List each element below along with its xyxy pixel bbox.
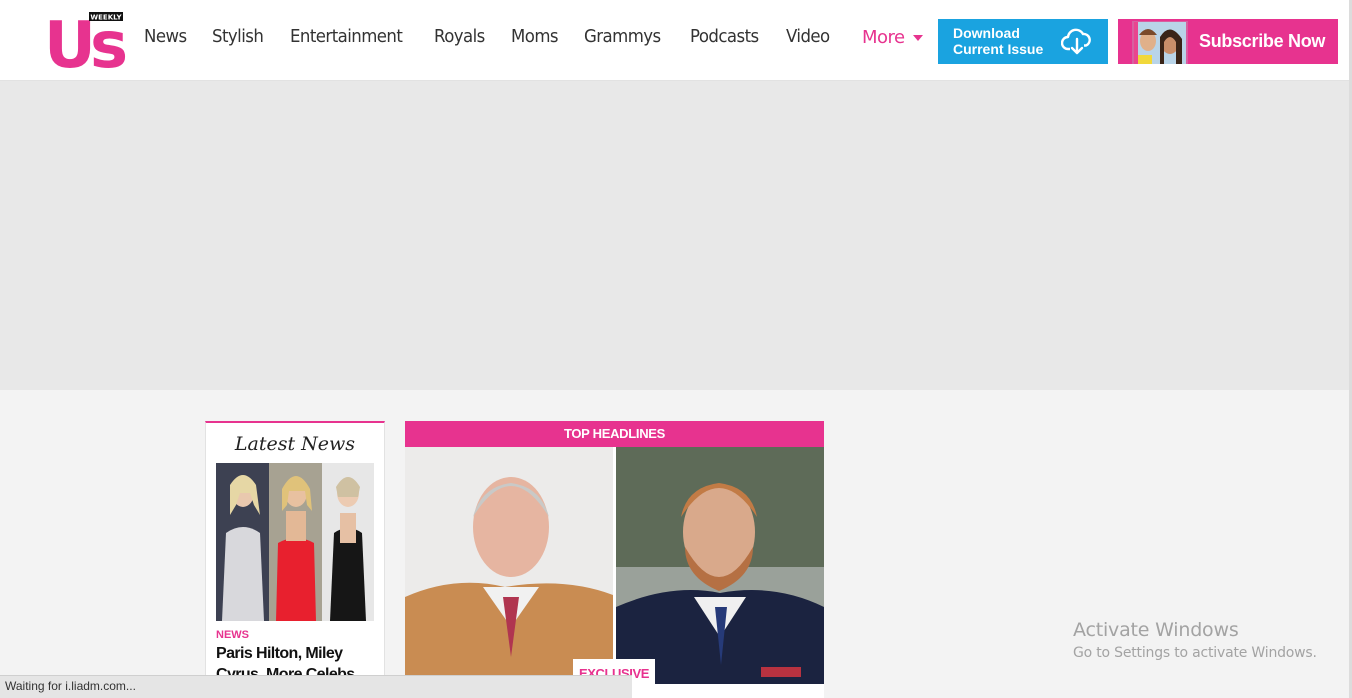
main-nav: News Stylish Entertainment Royals Moms G… [144,26,856,47]
activate-windows-subtitle: Go to Settings to activate Windows. [1073,645,1317,661]
more-label: More [862,27,905,48]
us-weekly-logo[interactable]: Us WEEKLY [44,7,132,83]
nav-podcasts[interactable]: Podcasts [690,26,759,47]
subscribe-label: Subscribe Now [1199,31,1326,51]
magazine-cover-image [1132,21,1188,64]
latest-news-title: Latest News [234,433,356,455]
site-header: Us WEEKLY News Stylish Entertainment Roy… [0,0,1352,83]
ad-banner-placeholder [0,81,1352,390]
nav-grammys[interactable]: Grammys [584,26,661,47]
top-headlines-bar: TOP HEADLINES [405,421,824,447]
top-headline-image[interactable] [405,447,824,684]
nav-stylish[interactable]: Stylish [212,26,264,47]
download-label: Download Current Issue [953,25,1044,57]
caret-down-icon [912,34,923,41]
activate-windows-title: Activate Windows [1073,619,1239,641]
browser-status-bar: Waiting for i.liadm.com... [0,675,632,698]
cloud-download-icon [1061,28,1091,55]
more-menu[interactable]: More [862,27,923,48]
latest-news-image[interactable] [216,463,374,621]
nav-news[interactable]: News [144,26,187,47]
nav-moms[interactable]: Moms [511,26,559,47]
nav-entertainment[interactable]: Entertainment [290,26,403,47]
nav-royals[interactable]: Royals [434,26,485,47]
svg-text:WEEKLY: WEEKLY [90,14,122,22]
subscribe-button[interactable]: Subscribe Now [1118,19,1338,64]
download-issue-button[interactable]: Download Current Issue [938,19,1108,64]
latest-news-category: NEWS [216,629,249,641]
latest-news-card[interactable]: Latest News NEWS Paris Hilton, Miley Cyr… [205,421,385,698]
nav-video[interactable]: Video [786,26,830,47]
top-headlines-card[interactable]: TOP HEADLINES EXCLUSIVE [405,421,824,698]
